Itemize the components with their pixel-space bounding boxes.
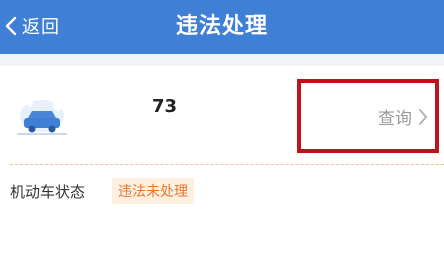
- car-icon: [17, 100, 67, 135]
- top-bar: 返回 违法处理: [0, 0, 444, 54]
- vehicle-card: 73 查询 机动车状态 违法未处理: [0, 66, 444, 216]
- highlight-box: [297, 79, 439, 153]
- dashed-divider: [10, 164, 444, 165]
- page-title: 违法处理: [175, 14, 268, 39]
- page-background: [0, 216, 444, 269]
- status-badge: 违法未处理: [112, 178, 194, 204]
- section-gap: [0, 54, 444, 66]
- plate-number: 73: [152, 96, 178, 117]
- vehicle-status-label: 机动车状态: [10, 183, 86, 201]
